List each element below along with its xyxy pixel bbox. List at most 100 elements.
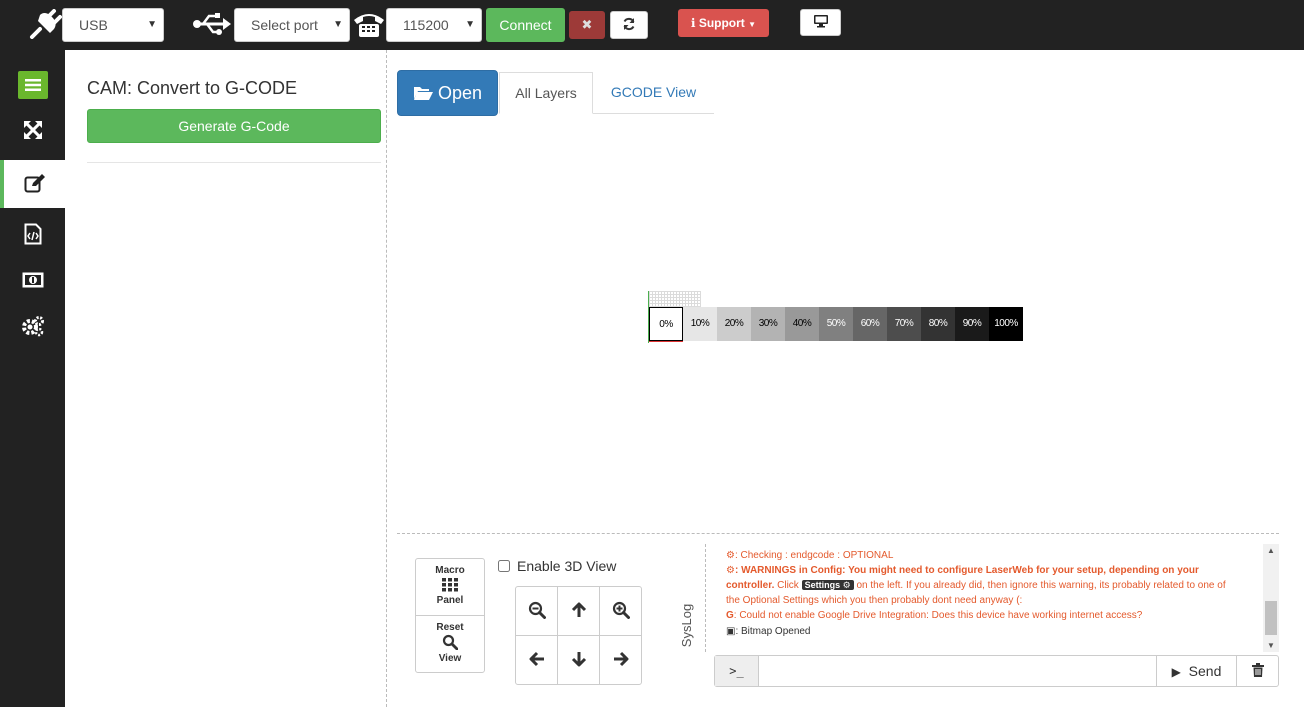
grayscale-cell: 70% (887, 307, 921, 341)
grayscale-cell: 30% (751, 307, 785, 341)
zoom-in-icon (612, 601, 630, 622)
nav-menu[interactable] (0, 62, 65, 108)
left-nav (0, 50, 65, 707)
enable-3d-label: Enable 3D View (517, 558, 617, 574)
tab-all-layers[interactable]: All Layers (499, 72, 593, 114)
syslog-label: SysLog (679, 603, 695, 648)
nav-cam[interactable] (0, 160, 65, 208)
scroll-up-arrow[interactable]: ▲ (1267, 546, 1275, 555)
monitor-icon (813, 14, 829, 31)
jog-pad (515, 586, 642, 685)
connection-type-select[interactable]: USB ▼ (62, 8, 164, 42)
usb-icon (193, 12, 231, 39)
grayscale-cell: 90% (955, 307, 989, 341)
grayscale-cell: 60% (853, 307, 887, 341)
jog-left-button[interactable] (516, 636, 558, 685)
arrow-down-icon (571, 651, 587, 670)
panel-label: Panel (436, 595, 464, 606)
zoom-in-button[interactable] (600, 587, 642, 636)
baud-select-value: 115200 (403, 17, 449, 33)
nav-gcode[interactable] (0, 212, 65, 258)
scroll-thumb[interactable] (1265, 601, 1277, 635)
jog-up-button[interactable] (558, 587, 600, 636)
chevron-down-icon: ▼ (465, 19, 475, 30)
connect-button[interactable]: Connect (486, 8, 565, 42)
support-button[interactable]: ℹ Support ▼ (678, 9, 769, 37)
macro-label: Macro (435, 565, 465, 576)
enable-3d-checkbox[interactable] (498, 560, 510, 572)
plug-icon (28, 9, 62, 42)
cash-icon (22, 272, 44, 291)
refresh-button[interactable] (610, 11, 648, 39)
expand-arrows-icon (23, 120, 43, 143)
gcode-file-icon (24, 223, 42, 248)
settings-badge: Settings ⚙ (801, 580, 854, 590)
divider (87, 162, 381, 163)
jog-down-button[interactable] (558, 636, 600, 685)
log-line-drive: G: Could not enable Google Drive Integra… (726, 610, 1143, 621)
log-line-checking: ⚙: Checking : endgcode : OPTIONAL (726, 550, 894, 561)
send-label: Send (1188, 663, 1222, 679)
cam-title: CAM: Convert to G-CODE (87, 78, 298, 98)
clear-log-button[interactable] (1236, 656, 1278, 686)
nav-settings[interactable] (0, 304, 65, 350)
fullscreen-button[interactable] (800, 9, 841, 36)
view-label: View (438, 653, 462, 664)
info-icon: ℹ (690, 16, 696, 30)
macro-panel-button[interactable]: Macro Panel (415, 558, 485, 616)
grayscale-cell: 40% (785, 307, 819, 341)
baud-select[interactable]: 115200 ▼ (386, 8, 482, 42)
play-icon: ▶ (1171, 665, 1181, 679)
log-line-warning: ⚙: WARNINGS in Config: You might need to… (726, 565, 1199, 576)
arrow-left-icon (529, 651, 545, 670)
zoom-out-icon (528, 601, 546, 622)
open-button[interactable]: Open (397, 70, 498, 116)
close-icon: ✖ (581, 17, 593, 32)
jog-right-button[interactable] (600, 636, 642, 685)
disconnect-button[interactable]: ✖ (569, 11, 605, 39)
google-icon: G (726, 610, 734, 621)
grayscale-cell: 0% (649, 307, 683, 341)
enable-3d-row: Enable 3D View (498, 558, 616, 574)
arrow-right-icon (613, 651, 629, 670)
caret-down-icon: ▼ (748, 20, 757, 29)
syslog-panel: ⚙: Checking : endgcode : OPTIONAL ⚙: WAR… (705, 544, 1279, 652)
reset-view-button[interactable]: Reset View (415, 615, 485, 673)
nav-quote[interactable] (0, 258, 65, 304)
edit-icon (24, 173, 46, 196)
tab-gcode-view[interactable]: GCODE View (593, 72, 714, 114)
zoom-out-button[interactable] (516, 587, 558, 636)
grayscale-test-strip: 0% 10% 20% 30% 40% 50% 60% 70% 80% 90% 100% (649, 307, 1023, 341)
generate-gcode-button[interactable]: Generate G-Code (87, 109, 381, 143)
menu-icon (17, 71, 48, 99)
connection-type-value: USB (79, 17, 108, 33)
reset-label: Reset (436, 622, 464, 633)
trash-icon (1251, 662, 1264, 680)
syslog-scrollbar[interactable]: ▲ ▼ (1263, 544, 1279, 652)
grid-icon (442, 578, 458, 595)
grayscale-cell: 80% (921, 307, 955, 341)
scroll-down-arrow[interactable]: ▼ (1267, 641, 1275, 650)
support-label: Support (698, 16, 745, 30)
arrow-up-icon (571, 602, 587, 621)
command-input[interactable] (759, 656, 1157, 686)
port-select[interactable]: Select port ▼ (234, 8, 350, 42)
grayscale-cell: 100% (989, 307, 1023, 341)
open-label: Open (437, 83, 483, 103)
cogs-icon: ⚙ (842, 580, 851, 590)
nav-jog[interactable] (0, 108, 65, 154)
console-bar: >_ ▶ Send (714, 655, 1279, 687)
bottom-divider (397, 533, 1279, 534)
phone-icon (353, 10, 385, 41)
send-button[interactable]: ▶ Send (1156, 656, 1236, 686)
log-line-warning-cont: controller. Click Settings ⚙ on the left… (726, 580, 1226, 591)
cogs-icon: ⚙ (726, 565, 735, 576)
grayscale-cell: 50% (819, 307, 853, 341)
log-line-optional: the Optional Settings which you then pro… (726, 595, 1023, 606)
cam-panel: CAM: Convert to G-CODE Generate G-Code (65, 50, 387, 707)
chevron-down-icon: ▼ (147, 19, 157, 30)
search-icon (442, 634, 459, 653)
refresh-icon (622, 17, 636, 34)
settings-icon (21, 315, 45, 340)
log-line-bitmap: ▣: Bitmap Opened (726, 626, 811, 637)
